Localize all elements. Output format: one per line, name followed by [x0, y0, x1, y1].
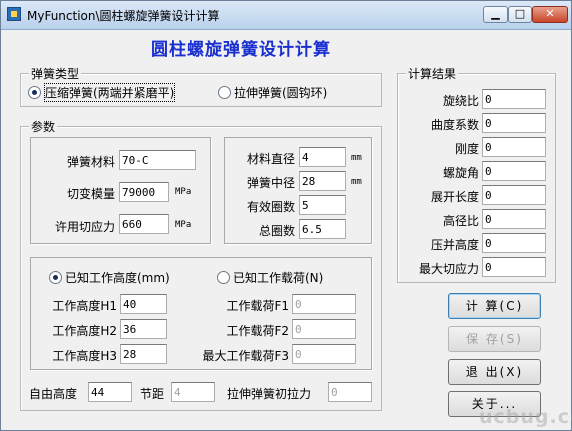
height-h2-input[interactable] — [120, 319, 167, 339]
watermark: ucbug.cc — [479, 406, 572, 428]
result-value-field[interactable] — [482, 113, 546, 133]
result-value-field[interactable] — [482, 89, 546, 109]
height-h3-input[interactable] — [120, 344, 167, 364]
spring-type-label: 弹簧类型 — [29, 65, 82, 82]
result-label: 曲度系数 — [430, 118, 479, 132]
app-icon — [7, 7, 21, 21]
material-label: 弹簧材料 — [66, 155, 115, 169]
initial-tension-label: 拉伸弹簧初拉力 — [227, 387, 312, 401]
window-title: MyFunction\圆柱螺旋弹簧设计计算 — [27, 9, 220, 23]
shear-modulus-label: 切变模量 — [66, 187, 115, 201]
mean-diameter-label: 弹簧中径 — [246, 176, 295, 190]
known-height-radio[interactable] — [49, 271, 62, 284]
result-value-field[interactable] — [482, 209, 546, 229]
result-label: 高径比 — [442, 214, 479, 228]
save-button[interactable]: 保 存(S) — [448, 326, 541, 352]
result-value-field[interactable] — [482, 233, 546, 253]
compression-spring-label[interactable]: 压缩弹簧(两端并紧磨平) — [43, 83, 176, 102]
tension-spring-label[interactable]: 拉伸弹簧(圆钩环) — [234, 84, 327, 101]
height-h2-label: 工作高度H2 — [52, 324, 117, 338]
title-bar[interactable]: MyFunction\圆柱螺旋弹簧设计计算 ▁ □ ✕ — [1, 1, 571, 30]
initial-tension-input — [328, 382, 372, 402]
total-coils-label: 总圈数 — [258, 224, 295, 238]
maximize-button[interactable]: □ — [508, 6, 532, 23]
known-load-radio[interactable] — [217, 271, 230, 284]
allow-shear-unit: MPa — [175, 220, 192, 230]
result-value-field[interactable] — [482, 257, 546, 277]
height-h3-label: 工作高度H3 — [52, 349, 117, 363]
pitch-input — [171, 382, 215, 402]
result-label: 压并高度 — [430, 238, 479, 252]
mean-diameter-input[interactable] — [299, 171, 346, 191]
height-h1-input[interactable] — [120, 294, 167, 314]
wire-diameter-label: 材料直径 — [246, 152, 295, 166]
close-button[interactable]: ✕ — [532, 6, 568, 23]
results-label: 计算结果 — [406, 65, 459, 82]
active-coils-label: 有效圈数 — [246, 200, 295, 214]
result-label: 螺旋角 — [442, 166, 479, 180]
load-f2-input — [292, 319, 356, 339]
load-f1-input — [292, 294, 356, 314]
allow-shear-input[interactable] — [119, 214, 169, 234]
calculate-button[interactable]: 计 算(C) — [448, 293, 541, 319]
load-f3-label: 最大工作载荷F3 — [202, 349, 289, 363]
shear-modulus-input[interactable] — [119, 182, 169, 202]
active-coils-input[interactable] — [299, 195, 346, 215]
tension-spring-radio[interactable] — [218, 86, 231, 99]
shear-modulus-unit: MPa — [175, 187, 192, 197]
params-label: 参数 — [29, 118, 58, 135]
compression-spring-radio[interactable] — [28, 86, 41, 99]
minimize-button[interactable]: ▁ — [483, 6, 508, 23]
total-coils-input[interactable] — [299, 219, 346, 239]
material-input[interactable] — [119, 150, 196, 170]
height-h1-label: 工作高度H1 — [52, 299, 117, 313]
result-label: 最大切应力 — [418, 262, 479, 276]
result-label: 展开长度 — [430, 190, 479, 204]
load-f3-input — [292, 344, 356, 364]
load-f2-label: 工作载荷F2 — [226, 324, 289, 338]
free-height-label: 自由高度 — [29, 387, 78, 401]
result-value-field[interactable] — [482, 137, 546, 157]
load-f1-label: 工作载荷F1 — [226, 299, 289, 313]
known-height-label[interactable]: 已知工作高度(mm) — [65, 269, 170, 286]
page-title: 圆柱螺旋弹簧设计计算 — [151, 40, 331, 60]
allow-shear-label: 许用切应力 — [54, 220, 115, 234]
app-window: MyFunction\圆柱螺旋弹簧设计计算 ▁ □ ✕ 圆柱螺旋弹簧设计计算 弹… — [0, 0, 572, 431]
wire-diameter-input[interactable] — [299, 147, 346, 167]
wire-diameter-unit: mm — [351, 153, 362, 163]
result-label: 刚度 — [454, 142, 479, 156]
pitch-label: 节距 — [140, 387, 165, 401]
result-label: 旋绕比 — [442, 94, 479, 108]
known-load-label[interactable]: 已知工作载荷(N) — [233, 269, 323, 286]
free-height-input[interactable] — [88, 382, 132, 402]
result-value-field[interactable] — [482, 185, 546, 205]
result-value-field[interactable] — [482, 161, 546, 181]
exit-button[interactable]: 退 出(X) — [448, 359, 541, 385]
mean-diameter-unit: mm — [351, 177, 362, 187]
